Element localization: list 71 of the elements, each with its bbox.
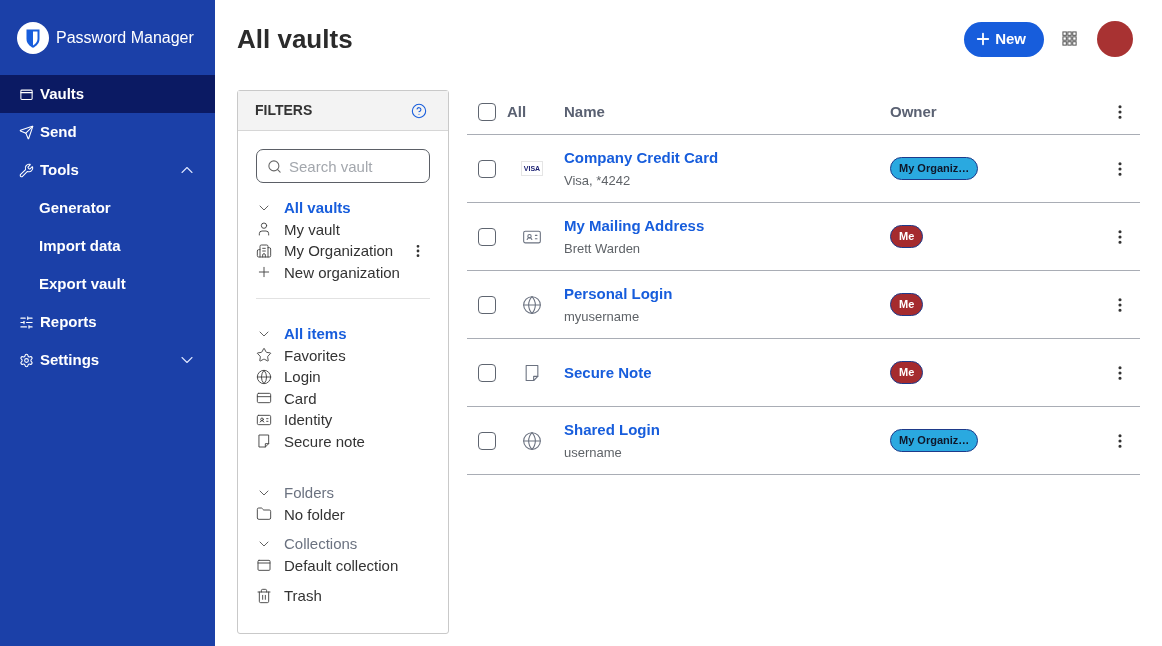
item-name-link[interactable]: Shared Login	[564, 420, 660, 439]
person-icon	[256, 221, 272, 238]
sliders-icon	[19, 314, 34, 330]
folder-icon	[256, 506, 272, 523]
column-header: All	[507, 103, 527, 121]
box-icon	[19, 86, 34, 102]
owner-badge: Me	[890, 293, 924, 316]
column-header: Owner	[890, 103, 937, 121]
paper-plane-icon	[19, 124, 34, 140]
note-icon	[256, 433, 272, 450]
filter-item[interactable]: Login	[284, 367, 321, 387]
item-name-link[interactable]: My Mailing Address	[564, 216, 705, 235]
filter-item[interactable]: My Organization	[284, 241, 394, 261]
owner-badge: My Organiz…	[890, 429, 979, 452]
nav-subitem[interactable]: Import data	[39, 237, 121, 255]
nav-subitem[interactable]: Export vault	[39, 275, 126, 293]
search-icon	[267, 159, 282, 174]
avatar-icon[interactable]	[1097, 21, 1133, 57]
filter-item[interactable]: Default collection	[284, 555, 399, 575]
column-header: Name	[564, 103, 605, 121]
checkbox[interactable]	[478, 295, 496, 314]
globe-icon	[256, 368, 272, 385]
filter-item[interactable]: Favorites	[284, 345, 346, 365]
item-name-link[interactable]: Personal Login	[564, 284, 673, 303]
checkbox[interactable]	[478, 227, 496, 246]
item-subtitle: Brett Warden	[564, 240, 641, 257]
globe-icon	[522, 294, 542, 315]
filter-header[interactable]: All items	[284, 324, 347, 344]
filter-item[interactable]: Secure note	[284, 431, 365, 451]
item-name-link[interactable]: Secure Note	[564, 363, 652, 382]
filter-item[interactable]: Identity	[284, 410, 333, 430]
checkbox[interactable]	[478, 431, 496, 450]
globe-icon	[522, 430, 542, 451]
nav-item[interactable]: Tools	[19, 161, 79, 179]
owner-badge: Me	[890, 225, 924, 248]
new-button[interactable]: New	[964, 21, 1044, 57]
filter-item[interactable]: Card	[284, 388, 317, 408]
nav-item[interactable]: Reports	[19, 313, 97, 331]
app-grid-icon[interactable]	[1062, 31, 1078, 47]
checkbox[interactable]	[478, 159, 496, 178]
page-title: All vaults	[237, 23, 353, 55]
nav-item[interactable]: Send	[19, 123, 77, 141]
product-name: Password Manager	[56, 27, 194, 48]
checkbox[interactable]	[478, 363, 496, 382]
box-icon	[256, 557, 272, 574]
search-field[interactable]: Search vault	[256, 149, 430, 183]
item-name-link[interactable]: Company Credit Card	[564, 148, 719, 167]
filter-item[interactable]: Trash	[284, 586, 322, 606]
trash-icon	[256, 587, 272, 604]
wrench-icon	[19, 162, 34, 178]
checkbox[interactable]	[478, 103, 496, 121]
filters-title: FILTERS	[255, 102, 313, 119]
filter-item[interactable]: No folder	[284, 504, 345, 524]
filter-header[interactable]: Folders	[284, 483, 335, 503]
building-icon	[256, 242, 272, 259]
nav-item[interactable]: Settings	[19, 351, 100, 369]
item-subtitle: Visa, *4242	[564, 172, 631, 189]
item-subtitle: myusername	[564, 308, 640, 325]
owner-badge: Me	[890, 361, 924, 384]
nav-subitem[interactable]: Generator	[39, 199, 111, 217]
filter-item[interactable]: My vault	[284, 219, 340, 239]
item-subtitle: username	[564, 444, 622, 461]
help-icon[interactable]	[411, 102, 427, 119]
owner-badge: My Organiz…	[890, 157, 979, 180]
filter-header[interactable]: All vaults	[284, 198, 351, 218]
nav-item[interactable]: Vaults	[0, 75, 215, 113]
star-icon	[256, 347, 272, 364]
filter-header[interactable]: Collections	[284, 534, 358, 554]
filter-item[interactable]: New organization	[284, 262, 400, 282]
shield-logo-icon	[17, 21, 49, 54]
settings-icon	[19, 352, 34, 368]
